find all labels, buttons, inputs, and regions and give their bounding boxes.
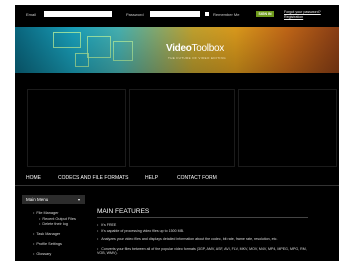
- nav-contact[interactable]: CONTACT FORM: [177, 175, 217, 181]
- brand-logo[interactable]: VideoToolbox: [166, 43, 224, 54]
- password-input[interactable]: [150, 11, 200, 17]
- sidebar-item-profile-settings[interactable]: • Profile Settings: [33, 242, 62, 246]
- chevron-down-icon: ▾: [77, 197, 80, 202]
- password-label: Password: [126, 12, 144, 17]
- remember-me-label: Remember Me: [213, 12, 240, 17]
- feature-text: It's capable of processing video files u…: [101, 229, 185, 233]
- title-underline: [97, 217, 308, 218]
- bullet-icon: •: [39, 222, 41, 226]
- remember-me-checkbox[interactable]: [205, 12, 209, 16]
- bullet-icon: •: [33, 252, 35, 256]
- page: Email Password Remember Me SIGN IN Forgo…: [15, 5, 339, 261]
- nav-codecs[interactable]: CODECS AND FILE FORMATS: [58, 175, 128, 181]
- sign-in-button[interactable]: SIGN IN: [256, 11, 274, 17]
- header-banner: VideoToolbox THE FUTURE OF VIDEO EDITING: [15, 27, 339, 73]
- grid-cell: [129, 89, 235, 167]
- brand-name-part1: Video: [166, 43, 192, 54]
- nav-home[interactable]: HOME: [26, 175, 41, 181]
- registration-link[interactable]: Registration: [284, 15, 321, 20]
- feature-text: It's FREE: [101, 223, 117, 227]
- feature-item: • It's capable of processing video files …: [97, 229, 312, 233]
- bullet-icon: •: [97, 229, 99, 233]
- bullet-icon: •: [97, 247, 99, 251]
- grid-cell: [238, 89, 337, 167]
- feature-item: • Converts your files between all of the …: [97, 247, 312, 256]
- nav-help[interactable]: HELP: [145, 175, 158, 181]
- main-nav: HOME CODECS AND FILE FORMATS HELP CONTAC…: [15, 172, 339, 184]
- main-menu-label: Main Menu: [26, 197, 49, 202]
- main-menu-button[interactable]: Main Menu ▾: [22, 195, 85, 204]
- email-label: Email: [26, 12, 37, 17]
- feature-item: • Analyzes your video files and displays …: [97, 237, 312, 241]
- bullet-icon: •: [33, 242, 35, 246]
- bullet-icon: •: [33, 211, 35, 215]
- email-input[interactable]: [44, 11, 112, 17]
- feature-item: • It's FREE: [97, 223, 312, 227]
- sidebar-item-recent-output[interactable]: • Recent Output Files: [39, 217, 76, 221]
- sidebar-item-label: Delete their log: [42, 222, 68, 226]
- sidebar-item-label: Task Manager: [36, 232, 61, 236]
- bullet-icon: •: [39, 217, 41, 221]
- brand-name-part2: Toolbox: [191, 43, 225, 54]
- sidebar-item-delete-log[interactable]: • Delete their log: [39, 222, 68, 226]
- sidebar-item-label: File Manager: [36, 211, 59, 215]
- bullet-icon: •: [97, 237, 99, 241]
- feature-text: Converts your files between all of the p…: [97, 247, 307, 256]
- content-grid: [15, 89, 339, 167]
- sidebar-item-label: Glossary: [36, 252, 52, 256]
- sidebar-item-file-manager[interactable]: • File Manager: [33, 211, 59, 215]
- account-links: Forgot your password? Registration: [284, 10, 321, 20]
- main-features-title: MAIN FEATURES: [97, 208, 150, 215]
- grid-cell: [27, 89, 126, 167]
- bullet-icon: •: [33, 232, 35, 236]
- sidebar-item-label: Recent Output Files: [42, 217, 76, 221]
- login-bar: Email Password Remember Me SIGN IN Forgo…: [15, 5, 339, 23]
- sidebar-item-glossary[interactable]: • Glossary: [33, 252, 51, 256]
- sidebar-item-label: Profile Settings: [36, 242, 62, 246]
- nav-divider: [15, 185, 339, 186]
- bullet-icon: •: [97, 223, 99, 227]
- sidebar-item-task-manager[interactable]: • Task Manager: [33, 232, 60, 236]
- brand-tagline: THE FUTURE OF VIDEO EDITING: [168, 56, 226, 60]
- feature-text: Analyzes your video files and displays d…: [101, 237, 278, 241]
